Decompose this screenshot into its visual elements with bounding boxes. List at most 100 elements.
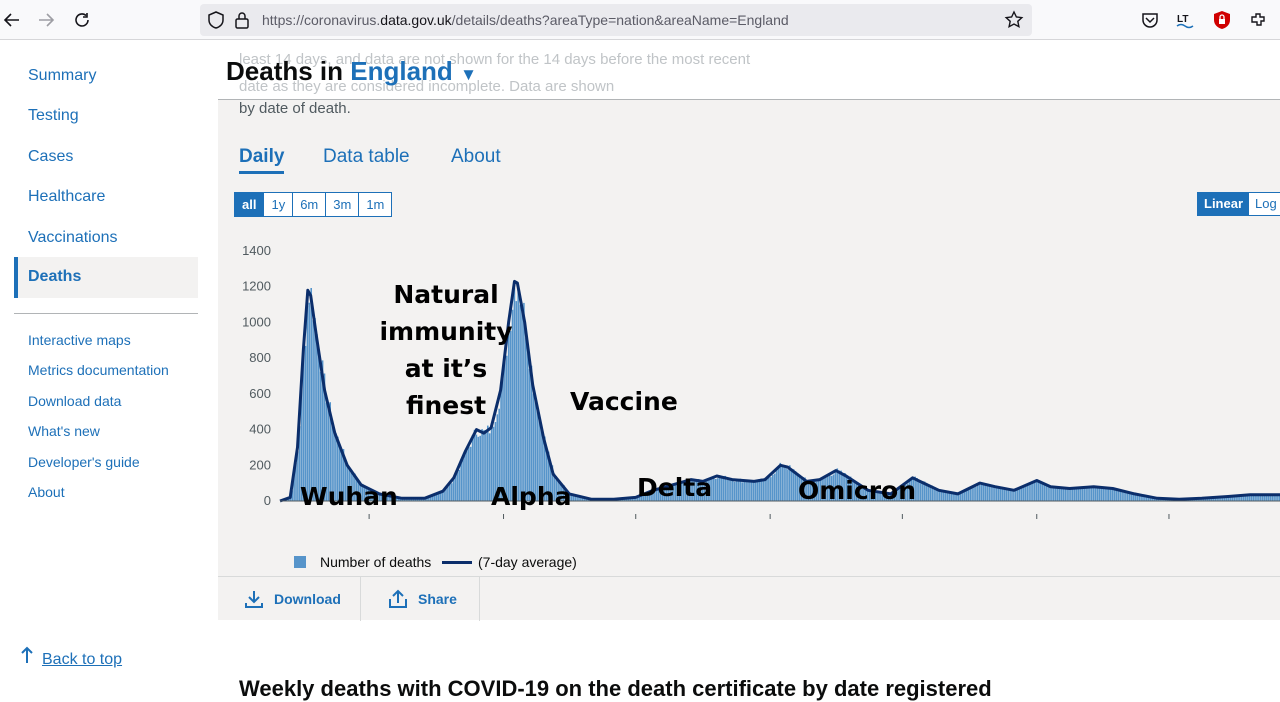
annotation-omicron: Omicron: [798, 476, 916, 505]
bar-daily-deaths: [977, 485, 979, 501]
sidebar-link-interactive-maps[interactable]: Interactive maps: [28, 332, 131, 348]
bar-daily-deaths: [735, 481, 738, 501]
actions-divider: [360, 577, 361, 621]
sidebar-link-metrics-documentation[interactable]: Metrics documentation: [28, 362, 169, 378]
actions-divider: [479, 577, 480, 621]
bar-daily-deaths: [1026, 485, 1028, 501]
bar-daily-deaths: [1075, 489, 1078, 501]
sidebar-item-healthcare[interactable]: Healthcare: [28, 188, 105, 206]
page-title: Deaths in England ▼: [226, 56, 477, 87]
forward-icon[interactable]: [34, 8, 58, 32]
bar-daily-deaths: [764, 477, 766, 501]
bar-daily-deaths: [986, 486, 989, 501]
range-1y-button[interactable]: 1y: [264, 193, 294, 216]
tab-daily[interactable]: Daily: [239, 146, 285, 174]
legend-line: (7-day average): [442, 554, 577, 570]
bar-daily-deaths: [458, 469, 461, 501]
sidebar-item-vaccinations[interactable]: Vaccinations: [28, 229, 118, 247]
bar-daily-deaths: [1104, 487, 1106, 501]
tab-about[interactable]: About: [451, 146, 501, 168]
y-tick-label: 800: [249, 350, 271, 365]
bar-daily-deaths: [933, 489, 935, 501]
weekly-deaths-heading: Weekly deaths with COVID-19 on the death…: [239, 676, 992, 701]
bar-daily-deaths: [1020, 487, 1023, 501]
back-icon[interactable]: [0, 8, 24, 32]
sidebar-link-download-data[interactable]: Download data: [28, 393, 121, 409]
legend-swatch-line: [442, 560, 472, 564]
y-tick-label: 0: [264, 493, 271, 508]
bar-daily-deaths: [1053, 487, 1055, 501]
share-button[interactable]: Share: [388, 577, 457, 621]
bar-daily-deaths: [452, 479, 455, 501]
sidebar-link-developers-guide[interactable]: Developer's guide: [28, 454, 140, 470]
languagetool-icon[interactable]: LT: [1174, 8, 1198, 32]
sidebar-link-whats-new[interactable]: What's new: [28, 423, 100, 439]
range-1m-button[interactable]: 1m: [359, 193, 391, 216]
bar-daily-deaths: [790, 468, 793, 501]
bar-daily-deaths: [466, 449, 468, 501]
bar-daily-deaths: [918, 481, 920, 501]
back-to-top-link[interactable]: Back to top: [20, 646, 122, 669]
main-content: by date of death. Daily Data table About…: [218, 40, 1280, 701]
url-text[interactable]: https://coronavirus.data.gov.uk/details/…: [262, 12, 789, 28]
sidebar-item-label: Deaths: [28, 268, 82, 285]
bar-daily-deaths: [519, 304, 521, 501]
bar-daily-deaths: [1058, 488, 1061, 501]
scale-log-button[interactable]: Log: [1249, 193, 1280, 215]
y-tick-label: 1000: [242, 314, 271, 329]
bar-daily-deaths: [1111, 489, 1114, 501]
bar-daily-deaths: [771, 474, 774, 501]
download-icon: [245, 591, 263, 608]
pocket-icon[interactable]: [1138, 8, 1162, 32]
annotation-wuhan: Wuhan: [300, 482, 398, 511]
time-range-selector: all 1y 6m 3m 1m: [234, 192, 393, 217]
bar-daily-deaths: [737, 479, 740, 501]
bar-daily-deaths: [447, 486, 449, 501]
bar-daily-deaths: [716, 478, 719, 501]
sidebar-item-cases[interactable]: Cases: [28, 148, 73, 166]
bar-daily-deaths: [770, 477, 772, 501]
lock-icon[interactable]: [234, 11, 250, 34]
legend-label-line: (7-day average): [478, 554, 577, 570]
bar-daily-deaths: [984, 484, 987, 501]
bar-daily-deaths: [1041, 482, 1044, 501]
range-6m-button[interactable]: 6m: [293, 193, 327, 216]
bar-daily-deaths: [1060, 487, 1063, 501]
range-3m-button[interactable]: 3m: [326, 193, 360, 216]
bar-daily-deaths: [468, 446, 470, 501]
area-selector[interactable]: England ▼: [350, 56, 477, 86]
bar-daily-deaths: [1018, 488, 1021, 501]
bar-daily-deaths: [1028, 484, 1030, 501]
bar-daily-deaths: [988, 485, 990, 501]
sidebar-link-about[interactable]: About: [28, 484, 65, 500]
bar-daily-deaths: [718, 475, 721, 501]
extensions-icon[interactable]: [1246, 8, 1270, 32]
y-tick-label: 1400: [242, 243, 271, 258]
tab-data-table[interactable]: Data table: [323, 146, 410, 168]
shield-icon[interactable]: [206, 10, 226, 35]
bar-daily-deaths: [316, 334, 318, 501]
bar-daily-deaths: [752, 481, 755, 501]
bar-daily-deaths: [745, 481, 747, 501]
range-all-button[interactable]: all: [235, 193, 265, 216]
y-tick-label: 1200: [242, 279, 271, 294]
bar-daily-deaths: [1016, 488, 1019, 501]
sidebar-item-deaths[interactable]: Deaths: [14, 257, 198, 298]
reload-icon[interactable]: [70, 8, 94, 32]
bar-daily-deaths: [1100, 488, 1103, 501]
bar-daily-deaths: [1049, 486, 1051, 501]
scale-linear-button[interactable]: Linear: [1198, 193, 1250, 215]
sidebar-item-summary[interactable]: Summary: [28, 67, 96, 85]
bar-daily-deaths: [1123, 492, 1125, 501]
bar-daily-deaths: [760, 478, 763, 501]
star-icon[interactable]: [1004, 10, 1024, 35]
bar-daily-deaths: [749, 482, 751, 501]
download-button[interactable]: Download: [244, 577, 341, 621]
bar-daily-deaths: [747, 481, 749, 501]
bar-daily-deaths: [965, 490, 968, 501]
bar-daily-deaths: [1085, 487, 1087, 501]
address-bar[interactable]: https://coronavirus.data.gov.uk/details/…: [200, 4, 1032, 36]
ublock-icon[interactable]: [1210, 8, 1234, 32]
bar-daily-deaths: [775, 468, 778, 501]
sidebar-item-testing[interactable]: Testing: [28, 107, 79, 125]
